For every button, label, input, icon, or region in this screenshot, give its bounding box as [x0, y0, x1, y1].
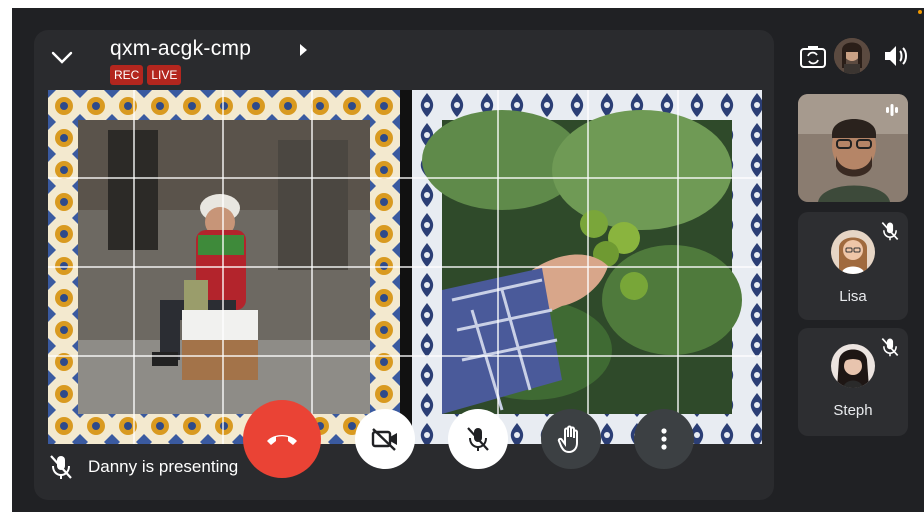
- mic-off-icon: [880, 336, 900, 363]
- collapse-chevron-icon[interactable]: [48, 44, 76, 72]
- live-badge: LIVE: [147, 65, 182, 85]
- avatar: [831, 344, 875, 388]
- speaker-icon[interactable]: [882, 42, 910, 70]
- participant-tile-speaker[interactable]: [798, 94, 908, 202]
- presenting-label: Danny is presenting: [88, 457, 239, 476]
- raise-hand-button[interactable]: [541, 409, 601, 469]
- more-options-button[interactable]: [634, 409, 694, 469]
- mic-off-icon: [467, 427, 489, 451]
- meeting-code[interactable]: qxm-acgk-cmp: [110, 37, 251, 61]
- meeting-screen: qxm-acgk-cmp REC LIVE Danny is presentin…: [12, 8, 924, 512]
- speaking-indicator-icon: [884, 102, 900, 123]
- more-vert-icon: [661, 428, 667, 450]
- participant-tile-lisa[interactable]: Lisa: [798, 212, 908, 320]
- self-avatar[interactable]: [834, 38, 870, 74]
- mic-off-icon: [50, 455, 72, 479]
- videocam-off-icon: [371, 428, 397, 451]
- presenting-status: Danny is presenting: [48, 450, 238, 484]
- meeting-details-caret-icon[interactable]: [292, 39, 314, 61]
- meeting-header: qxm-acgk-cmp REC LIVE: [34, 30, 774, 94]
- tile-photo-right: [412, 90, 762, 444]
- participant-name: Lisa: [839, 288, 867, 305]
- shared-screen: [48, 90, 762, 444]
- hand-icon: [557, 425, 578, 454]
- participant-name: Steph: [833, 402, 873, 419]
- camera-toggle-button[interactable]: [355, 409, 415, 469]
- switch-camera-icon[interactable]: [798, 42, 828, 72]
- rec-badge: REC: [110, 65, 144, 85]
- self-view-controls: [798, 32, 910, 84]
- call-end-icon: [267, 435, 297, 445]
- end-call-button[interactable]: [243, 400, 321, 478]
- participant-tile-steph[interactable]: Steph: [798, 328, 908, 436]
- recording-indicator-dot: [918, 10, 922, 14]
- mic-off-icon: [880, 220, 900, 247]
- status-badges: REC LIVE: [110, 65, 182, 85]
- avatar: [831, 230, 875, 274]
- tile-photo-left: [48, 90, 400, 444]
- mic-toggle-button[interactable]: [448, 409, 508, 469]
